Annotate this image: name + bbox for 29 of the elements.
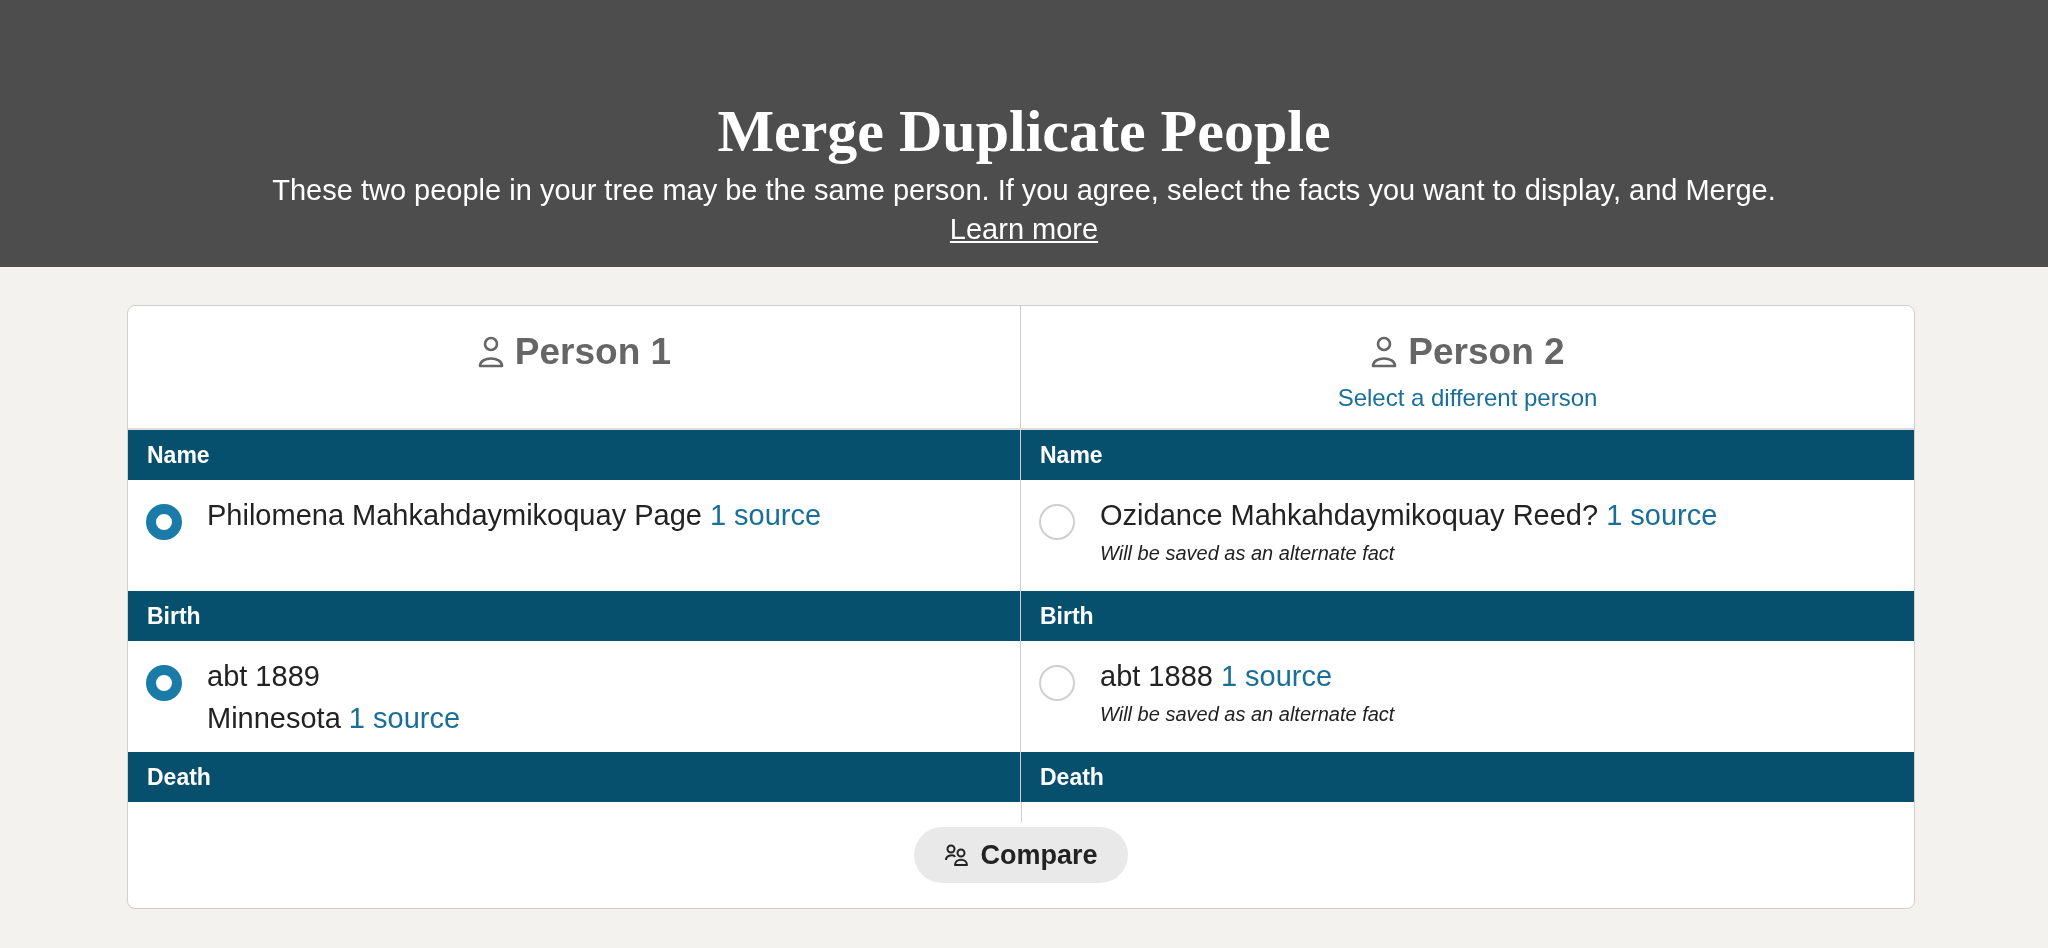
person-heading: Person 2: [1408, 330, 1565, 374]
alternate-fact-note: Will be saved as an alternate fact: [1100, 702, 1395, 727]
fact-value: Ozidance Mahkahdaymikoquay Reed?: [1100, 498, 1599, 533]
section-label: Birth: [1040, 601, 1094, 631]
source-link[interactable]: 1 source: [709, 494, 822, 536]
source-link[interactable]: 1 source: [1606, 494, 1718, 536]
fact-value: abt 1889: [207, 659, 320, 694]
source-link[interactable]: 1 source: [1220, 655, 1333, 697]
section-label: Birth: [147, 601, 201, 631]
person-heading: Person 1: [514, 330, 672, 374]
radio-button[interactable]: [146, 504, 182, 540]
page-subtitle: These two people in your tree may be the same person. If you agree, select the facts you want to display, and Merge.: [272, 173, 1776, 208]
alternate-fact-note: Will be saved as an alternate fact: [1100, 541, 1396, 566]
fact-value: Minnesota: [207, 701, 341, 736]
select-person-link[interactable]: Select a different person: [1337, 379, 1598, 416]
page-title: Merge Duplicate People: [717, 97, 1331, 166]
radio-button[interactable]: [146, 665, 182, 701]
person-icon: [1370, 335, 1399, 368]
section-label: Death: [1040, 762, 1104, 792]
section-label: Death: [147, 762, 211, 792]
person-icon: [476, 335, 505, 368]
source-link[interactable]: 1 source: [348, 697, 461, 739]
section-label: Name: [1040, 440, 1103, 470]
learn-more-link[interactable]: Learn more: [949, 209, 1099, 249]
people-icon: [944, 843, 971, 867]
fact-value: Philomena Mahkahdaymikoquay Page: [207, 498, 702, 533]
section-label: Name: [147, 440, 210, 470]
compare-button[interactable]: Compare: [914, 827, 1128, 883]
fact-value: abt 1888: [1100, 659, 1213, 694]
